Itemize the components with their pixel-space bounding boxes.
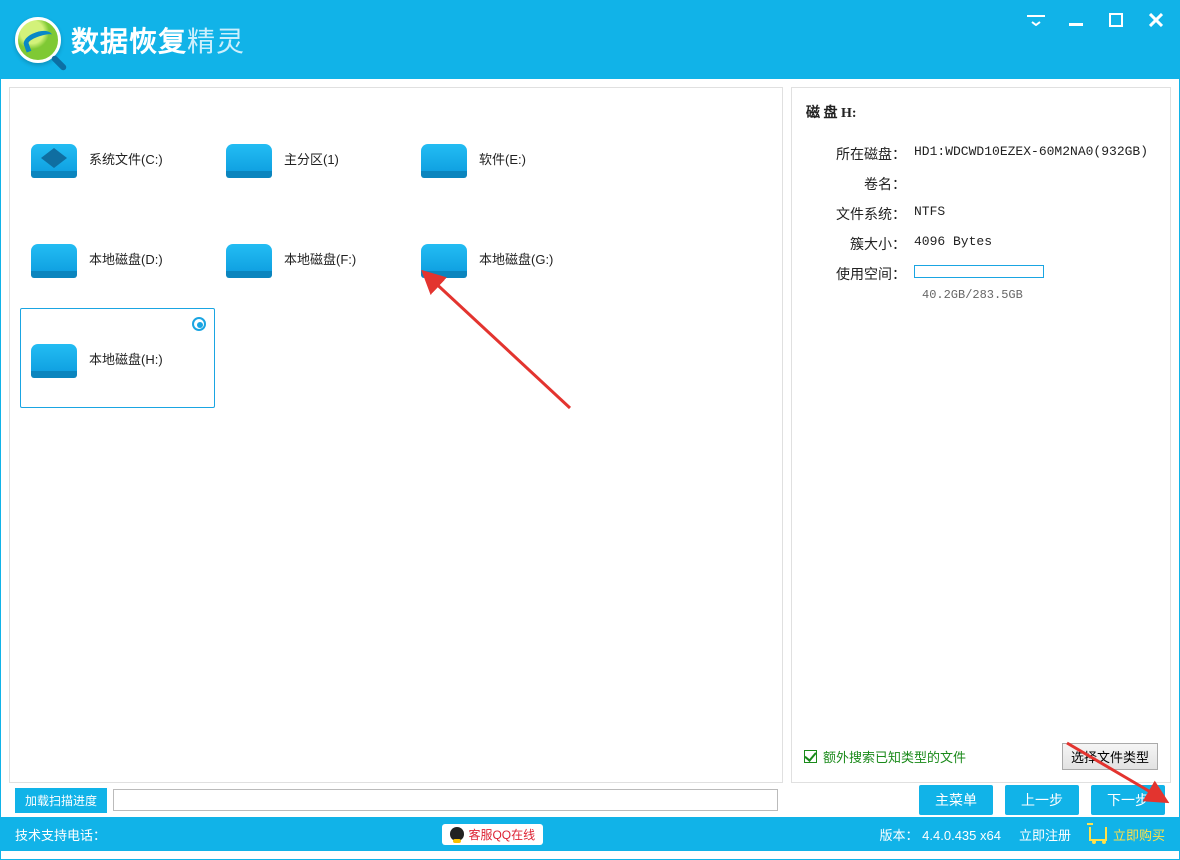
nav-buttons: 主菜单 上一步 下一步 <box>919 785 1165 815</box>
next-button[interactable]: 下一步 <box>1091 785 1165 815</box>
info-value <box>914 264 1158 284</box>
selected-indicator-icon <box>192 317 206 331</box>
drive-item[interactable]: 软件(E:) <box>410 108 605 208</box>
drive-item[interactable]: 本地磁盘(D:) <box>20 208 215 308</box>
progress-path-input[interactable] <box>113 789 778 811</box>
drive-label: 本地磁盘(D:) <box>89 249 163 268</box>
app-title: 数据恢复精灵 <box>71 20 245 60</box>
prev-button[interactable]: 上一步 <box>1005 785 1079 815</box>
dropdown-button[interactable] <box>1027 11 1045 29</box>
drive-item[interactable]: 主分区(1) <box>215 108 410 208</box>
extra-search-label: 额外搜索已知类型的文件 <box>823 747 966 766</box>
choose-filetype-button[interactable]: 选择文件类型 <box>1062 743 1158 770</box>
info-row-disk: 所在磁盘： HD1:WDCWD10EZEX-60M2NA0(932GB) <box>804 144 1158 164</box>
info-rows: 所在磁盘： HD1:WDCWD10EZEX-60M2NA0(932GB) 卷名：… <box>804 144 1158 284</box>
qq-icon <box>450 827 464 841</box>
buy-link[interactable]: 立即购买 <box>1089 825 1165 844</box>
drive-label: 本地磁盘(G:) <box>479 249 553 268</box>
drive-label: 本地磁盘(H:) <box>89 349 163 368</box>
drive-panel: 系统文件(C:) 主分区(1) 软件(E:) 本地磁盘(D:) 本地磁盘(F:) 本地磁盘… <box>9 87 783 783</box>
info-key: 卷名： <box>804 174 914 194</box>
main-menu-button[interactable]: 主菜单 <box>919 785 993 815</box>
drive-label: 主分区(1) <box>284 149 339 168</box>
info-row-usage: 使用空间： <box>804 264 1158 284</box>
info-panel: 磁 盘 H: 所在磁盘： HD1:WDCWD10EZEX-60M2NA0(932… <box>791 87 1171 783</box>
register-link[interactable]: 立即注册 <box>1019 825 1071 844</box>
drive-label: 本地磁盘(F:) <box>284 249 356 268</box>
extra-search-checkbox[interactable]: 额外搜索已知类型的文件 <box>804 747 966 766</box>
info-value: HD1:WDCWD10EZEX-60M2NA0(932GB) <box>914 144 1158 164</box>
drive-icon <box>31 338 79 378</box>
app-title-main: 数据恢复 <box>71 26 187 57</box>
minimize-button[interactable] <box>1067 11 1085 29</box>
drive-item[interactable]: 本地磁盘(G:) <box>410 208 605 308</box>
info-title: 磁 盘 H: <box>804 102 1158 122</box>
drive-label: 系统文件(C:) <box>89 149 163 168</box>
usage-text: 40.2GB/283.5GB <box>922 288 1158 302</box>
drive-icon <box>226 138 274 178</box>
info-bottom: 额外搜索已知类型的文件 选择文件类型 <box>804 743 1158 770</box>
info-value: NTFS <box>914 204 1158 224</box>
checkbox-icon <box>804 750 817 763</box>
info-row-cluster: 簇大小： 4096 Bytes <box>804 234 1158 254</box>
info-row-volume: 卷名： <box>804 174 1158 194</box>
app-title-suffix: 精灵 <box>187 26 245 57</box>
bottom-bar: 加载扫描进度 主菜单 上一步 下一步 <box>1 783 1179 817</box>
cart-icon <box>1089 827 1107 841</box>
status-bar: 技术支持电话： 客服QQ在线 版本： 4.4.0.435 x64 立即注册 立即… <box>1 817 1179 851</box>
qq-label: 客服QQ在线 <box>468 826 535 843</box>
drive-item[interactable]: 系统文件(C:) <box>20 108 215 208</box>
info-key: 簇大小： <box>804 234 914 254</box>
drive-icon <box>421 138 469 178</box>
drive-icon <box>31 238 79 278</box>
buy-label: 立即购买 <box>1113 825 1165 844</box>
info-key: 使用空间： <box>804 264 914 284</box>
drive-icon <box>31 138 79 178</box>
main-area: 系统文件(C:) 主分区(1) 软件(E:) 本地磁盘(D:) 本地磁盘(F:) 本地磁盘… <box>1 79 1179 783</box>
info-value <box>914 174 1158 194</box>
support-phone-label: 技术支持电话： <box>15 825 106 844</box>
window-controls <box>1027 11 1165 29</box>
info-key: 所在磁盘： <box>804 144 914 164</box>
version-label: 版本： 4.4.0.435 x64 <box>880 825 1001 844</box>
status-right: 版本： 4.4.0.435 x64 立即注册 立即购买 <box>880 825 1165 844</box>
app-logo: 数据恢复精灵 <box>15 17 245 63</box>
drive-grid: 系统文件(C:) 主分区(1) 软件(E:) 本地磁盘(D:) 本地磁盘(F:) 本地磁盘… <box>20 108 772 408</box>
drive-label: 软件(E:) <box>479 149 526 168</box>
qq-support-button[interactable]: 客服QQ在线 <box>442 824 543 845</box>
drive-icon <box>421 238 469 278</box>
info-key: 文件系统： <box>804 204 914 224</box>
usage-bar <box>914 265 1044 278</box>
drive-item[interactable]: 本地磁盘(H:) <box>20 308 215 408</box>
drive-item[interactable]: 本地磁盘(F:) <box>215 208 410 308</box>
load-progress-button[interactable]: 加载扫描进度 <box>15 788 107 813</box>
maximize-button[interactable] <box>1107 11 1125 29</box>
close-button[interactable] <box>1147 11 1165 29</box>
info-row-filesystem: 文件系统： NTFS <box>804 204 1158 224</box>
drive-icon <box>226 238 274 278</box>
app-logo-icon <box>15 17 61 63</box>
info-value: 4096 Bytes <box>914 234 1158 254</box>
title-bar: 数据恢复精灵 <box>1 1 1179 79</box>
